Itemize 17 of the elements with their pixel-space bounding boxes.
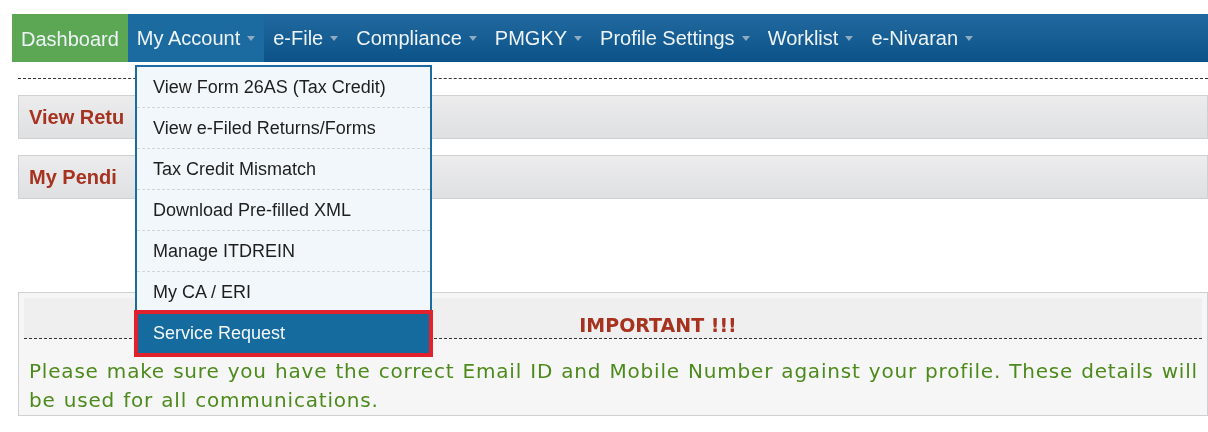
- menu-item[interactable]: View e-Filed Returns/Forms: [137, 108, 430, 149]
- nav-tab[interactable]: Worklist: [758, 14, 863, 62]
- nav-tab[interactable]: Profile Settings: [591, 14, 759, 62]
- panel-title: View Retu: [29, 105, 125, 129]
- notice-text: Please make sure you have the correct Email ID and Mobile Number against your profile. These details will be used for all communications.: [29, 358, 1199, 414]
- nav-tab[interactable]: PMGKY: [485, 14, 592, 62]
- menu-item[interactable]: Service Request: [137, 313, 430, 354]
- panel-title: My Pendi: [29, 165, 117, 189]
- nav-tab[interactable]: My Account: [127, 14, 265, 62]
- notice-title: IMPORTANT !!!: [579, 314, 737, 336]
- menu-item[interactable]: Tax Credit Mismatch: [137, 149, 430, 190]
- menu-item[interactable]: View Form 26AS (Tax Credit): [137, 67, 430, 108]
- nav-tab[interactable]: e-File: [264, 14, 348, 62]
- menu-item[interactable]: Manage ITDREIN: [137, 231, 430, 272]
- nav-tab[interactable]: Compliance: [347, 14, 486, 62]
- menu-item[interactable]: Download Pre-filled XML: [137, 190, 430, 231]
- nav-tab[interactable]: e-Nivaran: [862, 14, 983, 62]
